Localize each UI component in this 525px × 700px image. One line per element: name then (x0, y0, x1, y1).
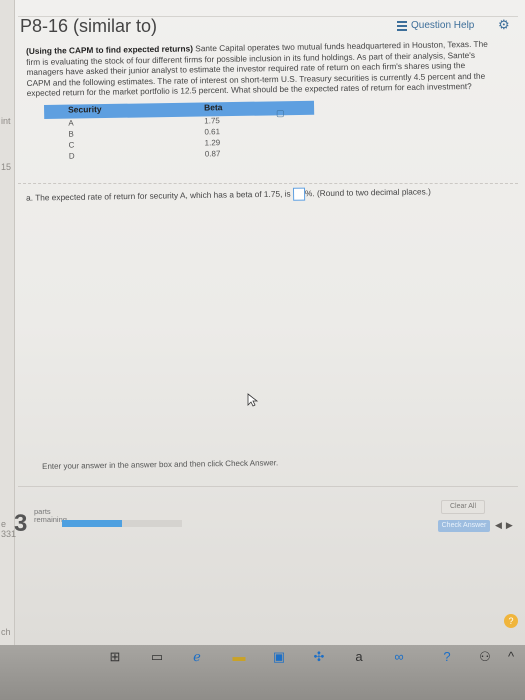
cell-beta: 0.87 (204, 149, 221, 159)
prev-question-icon[interactable]: ◀ (495, 520, 506, 530)
clear-all-button[interactable]: Clear All (441, 500, 485, 514)
problem-statement: (Using the CAPM to find expected returns… (26, 39, 492, 99)
progress-fill (62, 520, 122, 527)
store-icon[interactable]: ▣ (272, 650, 286, 664)
edge-icon[interactable]: ℯ (190, 650, 204, 664)
list-icon (397, 20, 407, 31)
check-answer-button[interactable]: Check Answer (438, 520, 490, 532)
folder-icon[interactable]: ▬ (232, 650, 246, 664)
help-tray-icon[interactable]: ? (440, 650, 454, 664)
gutter-label-4: ch (1, 627, 11, 637)
divider (18, 183, 518, 184)
question-help-link[interactable]: Question Help (397, 20, 474, 31)
windows-icon[interactable]: ⊞ (108, 650, 122, 664)
copy-table-icon[interactable]: ▢ (276, 108, 285, 119)
gutter-label-2: 15 (1, 162, 12, 172)
beta-table: Security Beta A 1.75 B 0.61 C 1.29 D 0.8… (44, 100, 315, 163)
task-view-icon[interactable]: ▭ (150, 650, 164, 664)
amazon-icon[interactable]: a (352, 650, 366, 664)
gutter-label-1: int (1, 116, 11, 126)
progress-bar (62, 520, 182, 527)
left-gutter: int 15 e 331 ch (0, 0, 16, 645)
instructions-text: Enter your answer in the answer box and … (42, 458, 279, 471)
help-circle-icon[interactable]: ? (504, 614, 518, 628)
question-part-a: a. The expected rate of return for secur… (26, 185, 496, 205)
top-bar (18, 0, 518, 17)
cell-security: D (68, 151, 75, 161)
question-nav: ◀▶ (495, 520, 517, 531)
infinity-icon[interactable]: ∞ (392, 650, 406, 664)
next-question-icon[interactable]: ▶ (506, 520, 517, 530)
parts-count: 3 (14, 510, 28, 537)
footer-divider (18, 486, 518, 487)
mouse-cursor-icon (247, 393, 259, 407)
answer-input[interactable] (292, 187, 306, 201)
gear-icon[interactable]: ⚙ (498, 17, 510, 33)
question-help-label: Question Help (411, 20, 475, 31)
screen: int 15 e 331 ch P8-16 (similar to) Quest… (0, 0, 525, 645)
tray-chevron-icon[interactable]: ^ (504, 650, 518, 664)
people-icon[interactable]: ⚇ (478, 650, 492, 664)
page-title: P8-16 (similar to) (20, 16, 158, 36)
dropbox-icon[interactable]: ✣ (312, 650, 326, 664)
question-prefix: a. The expected rate of return for secur… (26, 188, 291, 203)
question-suffix: %. (Round to two decimal places.) (304, 186, 431, 199)
